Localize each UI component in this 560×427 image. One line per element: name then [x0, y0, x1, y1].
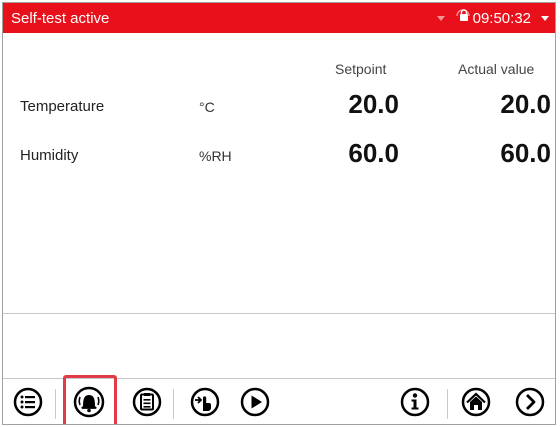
divider	[3, 313, 555, 314]
parameter-unit: °C	[199, 99, 215, 115]
menu-icon[interactable]	[9, 383, 47, 421]
clock-time: 09:50:32	[472, 9, 531, 27]
setpoint-value[interactable]: 60.0	[309, 138, 399, 169]
touch-hand-icon[interactable]	[186, 383, 224, 421]
status-right-group: 09:50:32	[436, 8, 549, 28]
actual-value: 60.0	[500, 138, 551, 168]
alarm-button-highlight	[63, 375, 117, 424]
home-icon[interactable]	[457, 383, 495, 421]
info-icon[interactable]	[396, 383, 434, 421]
status-message: Self-test active	[11, 10, 110, 27]
parameter-label: Humidity	[20, 147, 79, 164]
next-arrow-icon[interactable]	[511, 383, 549, 421]
actual-value-header: Actual value	[458, 61, 535, 77]
toolbar-separator	[55, 389, 56, 419]
parameter-label: Temperature	[20, 98, 105, 115]
display-frame: Self-test active 09:50:32 Setpoint Actua…	[2, 2, 556, 425]
actual-value: 20.0	[500, 89, 551, 119]
setpoint-value[interactable]: 20.0	[309, 89, 399, 120]
toolbar-separator	[173, 389, 174, 419]
play-icon[interactable]	[236, 383, 274, 421]
parameter-unit: %RH	[199, 148, 232, 164]
clipboard-icon[interactable]	[128, 383, 166, 421]
time-dropdown-icon[interactable]	[541, 15, 549, 21]
lock-icon	[455, 8, 471, 28]
setpoint-header: Setpoint	[335, 61, 387, 77]
status-bar: Self-test active 09:50:32	[3, 3, 555, 33]
toolbar-separator	[447, 389, 448, 419]
dropdown-arrow-icon[interactable]	[436, 15, 445, 21]
